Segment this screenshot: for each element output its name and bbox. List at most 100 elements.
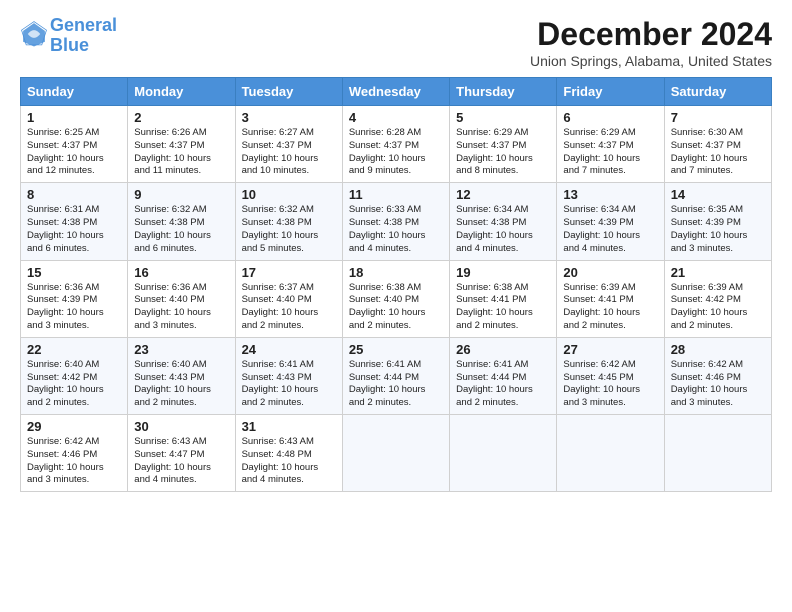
empty-cell (450, 415, 557, 492)
day-info: Sunrise: 6:38 AM Sunset: 4:41 PM Dayligh… (456, 282, 550, 333)
day-info: Sunrise: 6:29 AM Sunset: 4:37 PM Dayligh… (456, 127, 550, 178)
day-number: 19 (456, 265, 550, 280)
day-number: 8 (27, 187, 121, 202)
day-number: 6 (563, 110, 657, 125)
day-cell-30: 30 Sunrise: 6:43 AM Sunset: 4:47 PM Dayli… (128, 415, 235, 492)
day-info: Sunrise: 6:41 AM Sunset: 4:43 PM Dayligh… (242, 359, 336, 410)
day-info: Sunrise: 6:28 AM Sunset: 4:37 PM Dayligh… (349, 127, 443, 178)
day-cell-8: 8 Sunrise: 6:31 AM Sunset: 4:38 PM Daylig… (21, 183, 128, 260)
day-info: Sunrise: 6:34 AM Sunset: 4:39 PM Dayligh… (563, 204, 657, 255)
day-info: Sunrise: 6:36 AM Sunset: 4:40 PM Dayligh… (134, 282, 228, 333)
day-info: Sunrise: 6:38 AM Sunset: 4:40 PM Dayligh… (349, 282, 443, 333)
day-cell-29: 29Sunrise: 6:42 AM Sunset: 4:46 PM Dayli… (21, 415, 128, 492)
day-number: 5 (456, 110, 550, 125)
day-cell-7: 7 Sunrise: 6:30 AM Sunset: 4:37 PM Daylig… (664, 106, 771, 183)
logo: General Blue (20, 16, 117, 56)
day-info: Sunrise: 6:27 AM Sunset: 4:37 PM Dayligh… (242, 127, 336, 178)
subtitle: Union Springs, Alabama, United States (530, 53, 772, 69)
day-cell-21: 21 Sunrise: 6:39 AM Sunset: 4:42 PM Dayli… (664, 260, 771, 337)
week-row-1: 1Sunrise: 6:25 AM Sunset: 4:37 PM Daylig… (21, 106, 772, 183)
day-cell-9: 9 Sunrise: 6:32 AM Sunset: 4:38 PM Daylig… (128, 183, 235, 260)
day-cell-14: 14 Sunrise: 6:35 AM Sunset: 4:39 PM Dayli… (664, 183, 771, 260)
day-info: Sunrise: 6:42 AM Sunset: 4:46 PM Dayligh… (671, 359, 765, 410)
day-number: 16 (134, 265, 228, 280)
empty-cell (557, 415, 664, 492)
day-info: Sunrise: 6:36 AM Sunset: 4:39 PM Dayligh… (27, 282, 121, 333)
day-info: Sunrise: 6:43 AM Sunset: 4:47 PM Dayligh… (134, 436, 228, 487)
header: General Blue December 2024 Union Springs… (20, 16, 772, 69)
col-header-wednesday: Wednesday (342, 78, 449, 106)
day-info: Sunrise: 6:42 AM Sunset: 4:45 PM Dayligh… (563, 359, 657, 410)
day-number: 18 (349, 265, 443, 280)
day-number: 10 (242, 187, 336, 202)
logo-text: General Blue (50, 16, 117, 56)
col-header-saturday: Saturday (664, 78, 771, 106)
day-info: Sunrise: 6:29 AM Sunset: 4:37 PM Dayligh… (563, 127, 657, 178)
day-info: Sunrise: 6:39 AM Sunset: 4:41 PM Dayligh… (563, 282, 657, 333)
day-number: 28 (671, 342, 765, 357)
day-cell-6: 6 Sunrise: 6:29 AM Sunset: 4:37 PM Daylig… (557, 106, 664, 183)
empty-cell (342, 415, 449, 492)
day-cell-22: 22Sunrise: 6:40 AM Sunset: 4:42 PM Dayli… (21, 337, 128, 414)
logo-general: General (50, 15, 117, 35)
day-info: Sunrise: 6:35 AM Sunset: 4:39 PM Dayligh… (671, 204, 765, 255)
day-cell-11: 11Sunrise: 6:33 AM Sunset: 4:38 PM Dayli… (342, 183, 449, 260)
day-number: 21 (671, 265, 765, 280)
day-cell-18: 18 Sunrise: 6:38 AM Sunset: 4:40 PM Dayli… (342, 260, 449, 337)
day-info: Sunrise: 6:40 AM Sunset: 4:43 PM Dayligh… (134, 359, 228, 410)
day-number: 27 (563, 342, 657, 357)
day-info: Sunrise: 6:26 AM Sunset: 4:37 PM Dayligh… (134, 127, 228, 178)
day-info: Sunrise: 6:43 AM Sunset: 4:48 PM Dayligh… (242, 436, 336, 487)
day-cell-24: 24 Sunrise: 6:41 AM Sunset: 4:43 PM Dayli… (235, 337, 342, 414)
day-info: Sunrise: 6:30 AM Sunset: 4:37 PM Dayligh… (671, 127, 765, 178)
day-info: Sunrise: 6:33 AM Sunset: 4:38 PM Dayligh… (349, 204, 443, 255)
day-info: Sunrise: 6:40 AM Sunset: 4:42 PM Dayligh… (27, 359, 121, 410)
col-header-friday: Friday (557, 78, 664, 106)
day-number: 14 (671, 187, 765, 202)
col-header-sunday: Sunday (21, 78, 128, 106)
day-cell-25: 25 Sunrise: 6:41 AM Sunset: 4:44 PM Dayli… (342, 337, 449, 414)
day-number: 17 (242, 265, 336, 280)
day-cell-3: 3Sunrise: 6:27 AM Sunset: 4:37 PM Daylig… (235, 106, 342, 183)
day-cell-15: 15 Sunrise: 6:36 AM Sunset: 4:39 PM Dayli… (21, 260, 128, 337)
day-cell-17: 17 Sunrise: 6:37 AM Sunset: 4:40 PM Dayli… (235, 260, 342, 337)
logo-blue: Blue (50, 35, 89, 55)
col-header-tuesday: Tuesday (235, 78, 342, 106)
day-info: Sunrise: 6:34 AM Sunset: 4:38 PM Dayligh… (456, 204, 550, 255)
col-header-monday: Monday (128, 78, 235, 106)
day-cell-28: 28 Sunrise: 6:42 AM Sunset: 4:46 PM Dayli… (664, 337, 771, 414)
logo-icon (20, 20, 48, 48)
day-number: 25 (349, 342, 443, 357)
day-info: Sunrise: 6:37 AM Sunset: 4:40 PM Dayligh… (242, 282, 336, 333)
day-number: 15 (27, 265, 121, 280)
empty-cell (664, 415, 771, 492)
day-cell-2: 2Sunrise: 6:26 AM Sunset: 4:37 PM Daylig… (128, 106, 235, 183)
day-cell-19: 19 Sunrise: 6:38 AM Sunset: 4:41 PM Dayli… (450, 260, 557, 337)
day-number: 4 (349, 110, 443, 125)
day-cell-4: 4 Sunrise: 6:28 AM Sunset: 4:37 PM Daylig… (342, 106, 449, 183)
day-number: 12 (456, 187, 550, 202)
day-number: 24 (242, 342, 336, 357)
day-number: 26 (456, 342, 550, 357)
day-cell-1: 1Sunrise: 6:25 AM Sunset: 4:37 PM Daylig… (21, 106, 128, 183)
day-info: Sunrise: 6:31 AM Sunset: 4:38 PM Dayligh… (27, 204, 121, 255)
day-cell-5: 5 Sunrise: 6:29 AM Sunset: 4:37 PM Daylig… (450, 106, 557, 183)
day-number: 30 (134, 419, 228, 434)
page: General Blue December 2024 Union Springs… (0, 0, 792, 612)
day-cell-27: 27 Sunrise: 6:42 AM Sunset: 4:45 PM Dayli… (557, 337, 664, 414)
day-number: 7 (671, 110, 765, 125)
day-cell-23: 23 Sunrise: 6:40 AM Sunset: 4:43 PM Dayli… (128, 337, 235, 414)
day-number: 20 (563, 265, 657, 280)
day-info: Sunrise: 6:39 AM Sunset: 4:42 PM Dayligh… (671, 282, 765, 333)
week-row-2: 8 Sunrise: 6:31 AM Sunset: 4:38 PM Daylig… (21, 183, 772, 260)
day-number: 13 (563, 187, 657, 202)
week-row-3: 15 Sunrise: 6:36 AM Sunset: 4:39 PM Dayli… (21, 260, 772, 337)
col-header-thursday: Thursday (450, 78, 557, 106)
day-info: Sunrise: 6:32 AM Sunset: 4:38 PM Dayligh… (134, 204, 228, 255)
week-row-5: 29Sunrise: 6:42 AM Sunset: 4:46 PM Dayli… (21, 415, 772, 492)
day-number: 23 (134, 342, 228, 357)
day-info: Sunrise: 6:41 AM Sunset: 4:44 PM Dayligh… (349, 359, 443, 410)
day-cell-12: 12 Sunrise: 6:34 AM Sunset: 4:38 PM Dayli… (450, 183, 557, 260)
day-cell-26: 26Sunrise: 6:41 AM Sunset: 4:44 PM Dayli… (450, 337, 557, 414)
day-number: 9 (134, 187, 228, 202)
